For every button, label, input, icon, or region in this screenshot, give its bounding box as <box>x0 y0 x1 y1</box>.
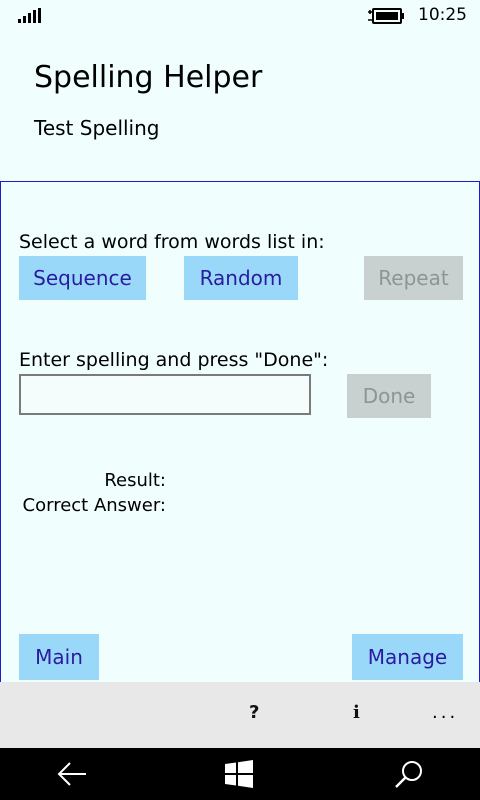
page-subtitle: Test Spelling <box>34 116 160 140</box>
sequence-button[interactable]: Sequence <box>19 256 146 300</box>
more-options-button[interactable]: ... <box>432 702 458 723</box>
clock: 10:25 <box>418 5 467 25</box>
enter-spelling-prompt: Enter spelling and press "Done": <box>19 349 329 371</box>
correct-answer-label: Correct Answer: <box>22 495 166 516</box>
select-word-prompt: Select a word from words list in: <box>19 231 325 253</box>
navigation-bar <box>0 748 480 800</box>
battery-icon <box>368 8 404 24</box>
app-header: Spelling Helper Test Spelling <box>0 32 480 181</box>
manage-button[interactable]: Manage <box>352 634 463 680</box>
repeat-button[interactable]: Repeat <box>364 256 463 300</box>
search-icon[interactable] <box>393 759 425 791</box>
result-label: Result: <box>104 470 166 491</box>
main-button[interactable]: Main <box>19 634 99 680</box>
done-button[interactable]: Done <box>347 374 431 418</box>
test-spelling-panel: Select a word from words list in: Sequen… <box>0 181 480 683</box>
spelling-input[interactable] <box>19 374 311 415</box>
info-button[interactable]: i <box>353 702 360 723</box>
help-button[interactable]: ? <box>249 702 259 723</box>
back-arrow-icon[interactable] <box>56 759 88 789</box>
app-title: Spelling Helper <box>34 60 263 95</box>
status-bar: 10:25 <box>0 0 480 32</box>
random-button[interactable]: Random <box>184 256 298 300</box>
app-bar: ? i ... <box>0 682 480 748</box>
signal-strength-icon <box>18 8 41 23</box>
windows-start-icon[interactable] <box>224 759 254 789</box>
